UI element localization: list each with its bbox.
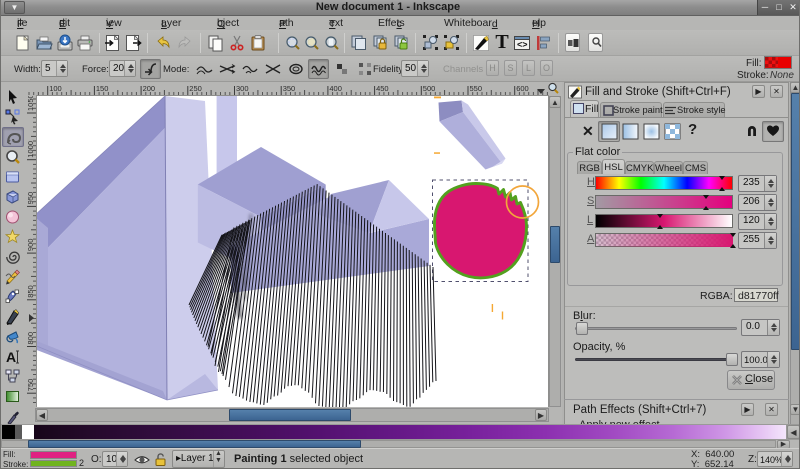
svg-text:400: 400 [329, 84, 342, 93]
svg-text:300: 300 [236, 84, 249, 93]
svg-text:750: 750 [26, 379, 35, 392]
svg-text:250: 250 [189, 84, 202, 93]
svg-text:A: A [6, 349, 16, 365]
svg-text:200: 200 [143, 84, 156, 93]
svg-text:950: 950 [26, 192, 35, 205]
svg-text:600: 600 [516, 84, 529, 93]
svg-text:150: 150 [96, 84, 109, 93]
svg-text:350: 350 [283, 84, 296, 93]
svg-text:1050: 1050 [26, 96, 35, 111]
svg-text:1000: 1000 [26, 141, 35, 158]
svg-text:900: 900 [26, 239, 35, 252]
svg-text:100: 100 [49, 84, 62, 93]
svg-text:550: 550 [470, 84, 483, 93]
svg-text:500: 500 [423, 84, 436, 93]
svg-text:800: 800 [26, 332, 35, 345]
svg-text:850: 850 [26, 285, 35, 298]
svg-text:<>: <> [517, 40, 528, 50]
svg-text:450: 450 [376, 84, 389, 93]
